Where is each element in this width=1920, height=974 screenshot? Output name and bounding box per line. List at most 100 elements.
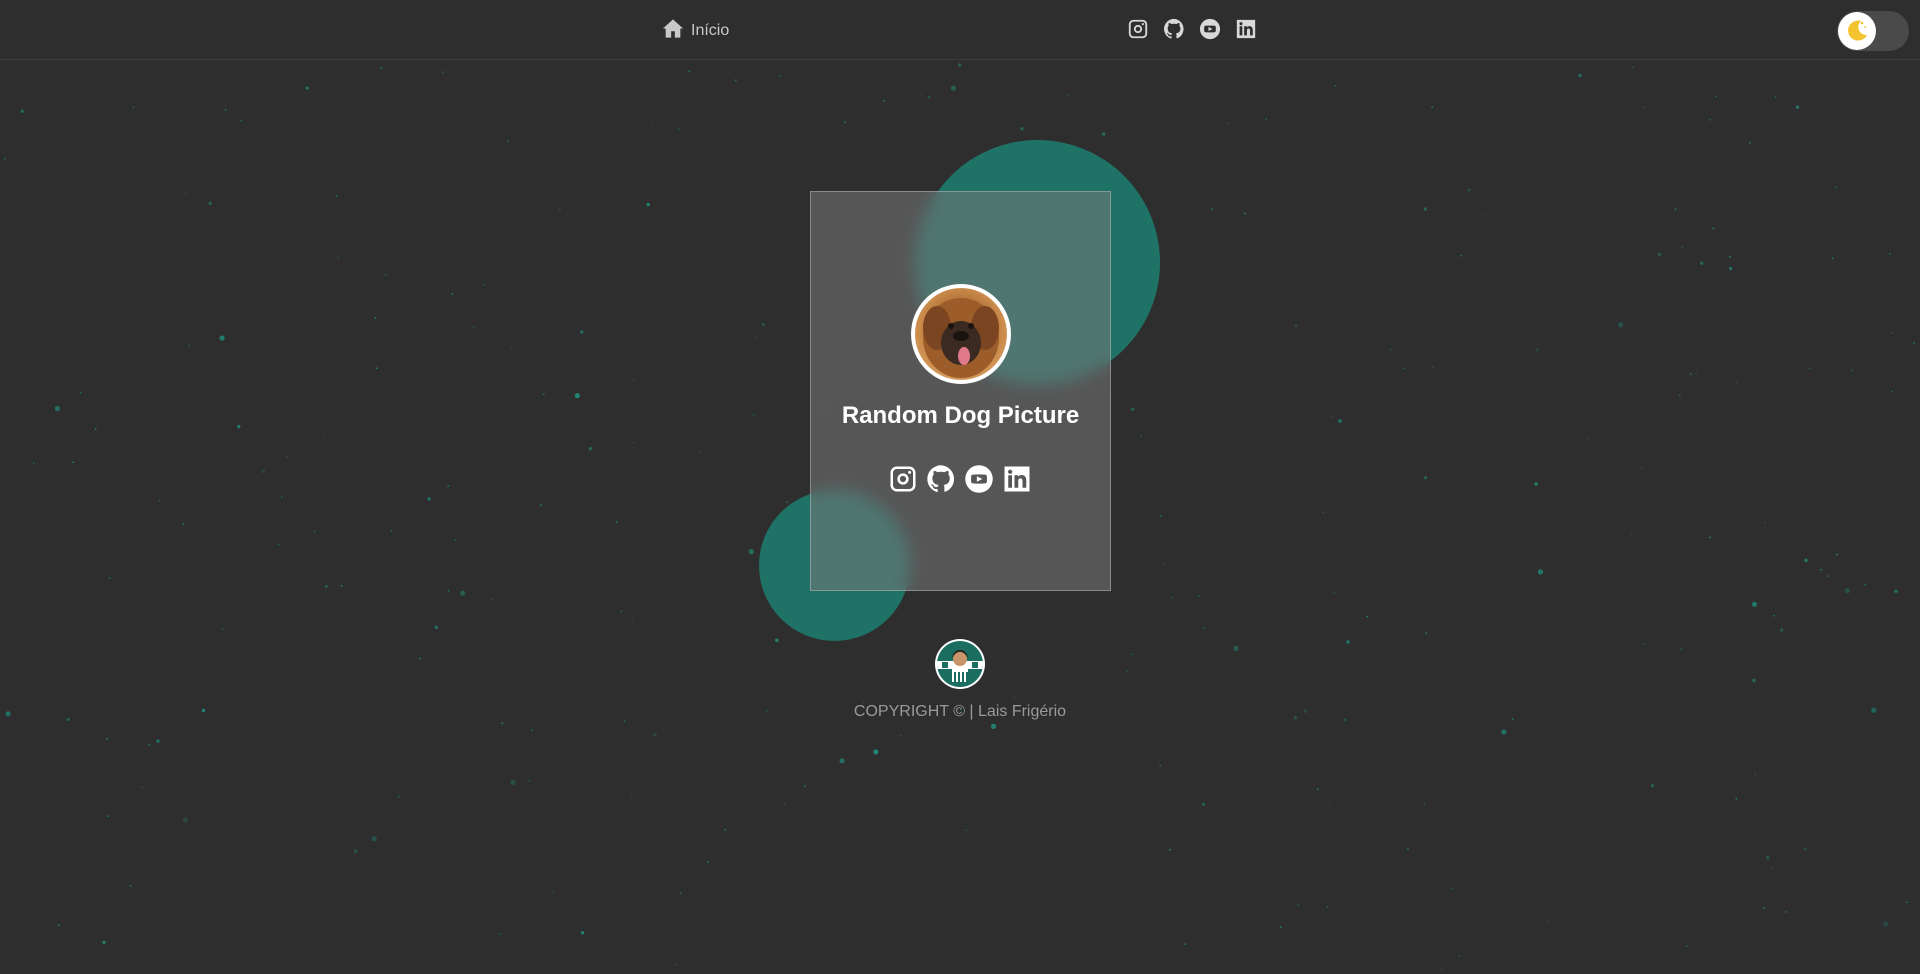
header-linkedin-link[interactable] [1235, 18, 1257, 40]
avatar [911, 284, 1011, 384]
particle-dot [1140, 435, 1142, 438]
particle-dot [632, 441, 635, 444]
particle-dot [552, 890, 555, 893]
particle-dot [1534, 482, 1538, 486]
particle-dot [883, 99, 885, 102]
particle-dot [1334, 84, 1337, 87]
particle-dot [277, 543, 280, 546]
particle-dot [322, 437, 325, 439]
theme-toggle[interactable] [1837, 11, 1909, 51]
header-instagram-link[interactable] [1127, 18, 1149, 40]
particle-dot [1891, 332, 1894, 335]
particle-dot [1432, 366, 1434, 369]
particle-dot [1690, 373, 1692, 375]
particle-dot [182, 817, 189, 823]
particle-dot [958, 63, 962, 67]
particle-dot [1766, 856, 1770, 860]
header-github-link[interactable] [1163, 18, 1185, 40]
card-linkedin-link[interactable] [1002, 464, 1032, 494]
particle-dot [775, 638, 779, 642]
particle-dot [3, 157, 6, 160]
particle-dot [1680, 648, 1682, 651]
particle-dot [447, 485, 450, 488]
card-youtube-link[interactable] [964, 464, 994, 494]
particle-dot [1102, 132, 1106, 136]
particle-dot [1159, 764, 1162, 767]
particle-dot [688, 70, 690, 73]
particle-dot [451, 293, 454, 295]
particle-dot [1586, 437, 1589, 440]
particle-dot [1643, 106, 1646, 109]
particle-dot [900, 734, 903, 737]
particle-dot [1441, 968, 1444, 970]
home-link[interactable]: Início [662, 18, 729, 44]
theme-toggle-knob [1838, 12, 1876, 50]
particle-dot [490, 598, 493, 600]
particle-dot [1715, 95, 1717, 98]
particle-dot [1913, 342, 1915, 344]
particle-dot [1501, 729, 1507, 735]
particle-dot [1751, 601, 1758, 607]
particle-dot [1322, 511, 1324, 514]
particle-dot [580, 330, 584, 334]
particle-dot [208, 201, 212, 205]
particle-dot [224, 108, 227, 111]
particle-dot [1159, 515, 1162, 518]
particle-dot [1184, 943, 1186, 945]
particle-dot [1906, 901, 1908, 904]
particle-dot [528, 779, 531, 782]
particle-dot [107, 815, 110, 818]
particle-dot [1013, 696, 1016, 699]
particle-dot [844, 121, 846, 124]
particle-dot [1831, 257, 1834, 260]
particle-dot [1431, 106, 1434, 108]
particle-dot [1773, 614, 1776, 617]
github-icon [1163, 18, 1184, 39]
particle-dot [1546, 921, 1549, 923]
particle-dot [374, 317, 377, 319]
particle-dot [1233, 645, 1239, 652]
particle-dot [240, 119, 243, 122]
particle-dot [1763, 907, 1766, 909]
particle-dot [1295, 324, 1297, 327]
particle-dot [1130, 407, 1135, 411]
particle-dot [1650, 784, 1655, 788]
header-youtube-link[interactable] [1199, 18, 1221, 40]
particle-dot [375, 367, 378, 370]
card-instagram-link[interactable] [888, 464, 918, 494]
particle-dot [219, 335, 225, 341]
particle-dot [1163, 562, 1166, 565]
particle-dot [653, 732, 657, 737]
author-avatar-image [937, 641, 983, 687]
particle-dot [106, 738, 108, 740]
particle-dot [472, 326, 475, 328]
particle-dot [340, 585, 343, 587]
particle-dot [1020, 127, 1024, 131]
particle-dot [353, 849, 358, 853]
particle-dot [132, 106, 135, 109]
particle-dot [1535, 348, 1539, 352]
particle-dot [699, 451, 702, 453]
particle-dot [620, 610, 623, 613]
particle-dot [803, 785, 806, 787]
dog-photo [915, 288, 1007, 380]
particle-dot [1203, 627, 1206, 629]
particle-dot [1764, 522, 1767, 524]
particle-dot [1803, 847, 1808, 851]
particle-dot [1883, 921, 1889, 927]
particle-dot [1641, 467, 1643, 470]
particle-dot [646, 202, 650, 207]
particle-dot [1712, 227, 1715, 230]
particle-dot [1894, 589, 1898, 593]
particle-dot [1729, 266, 1733, 271]
particle-dot [371, 836, 377, 842]
github-icon [927, 465, 955, 493]
particle-dot [380, 67, 383, 69]
particle-dot [1407, 848, 1409, 850]
particle-dot [1201, 802, 1206, 806]
particle-dot [158, 500, 161, 502]
particle-dot [675, 963, 678, 966]
card-github-link[interactable] [926, 464, 956, 494]
particle-dot [1631, 66, 1634, 69]
particle-dot [1836, 553, 1838, 556]
